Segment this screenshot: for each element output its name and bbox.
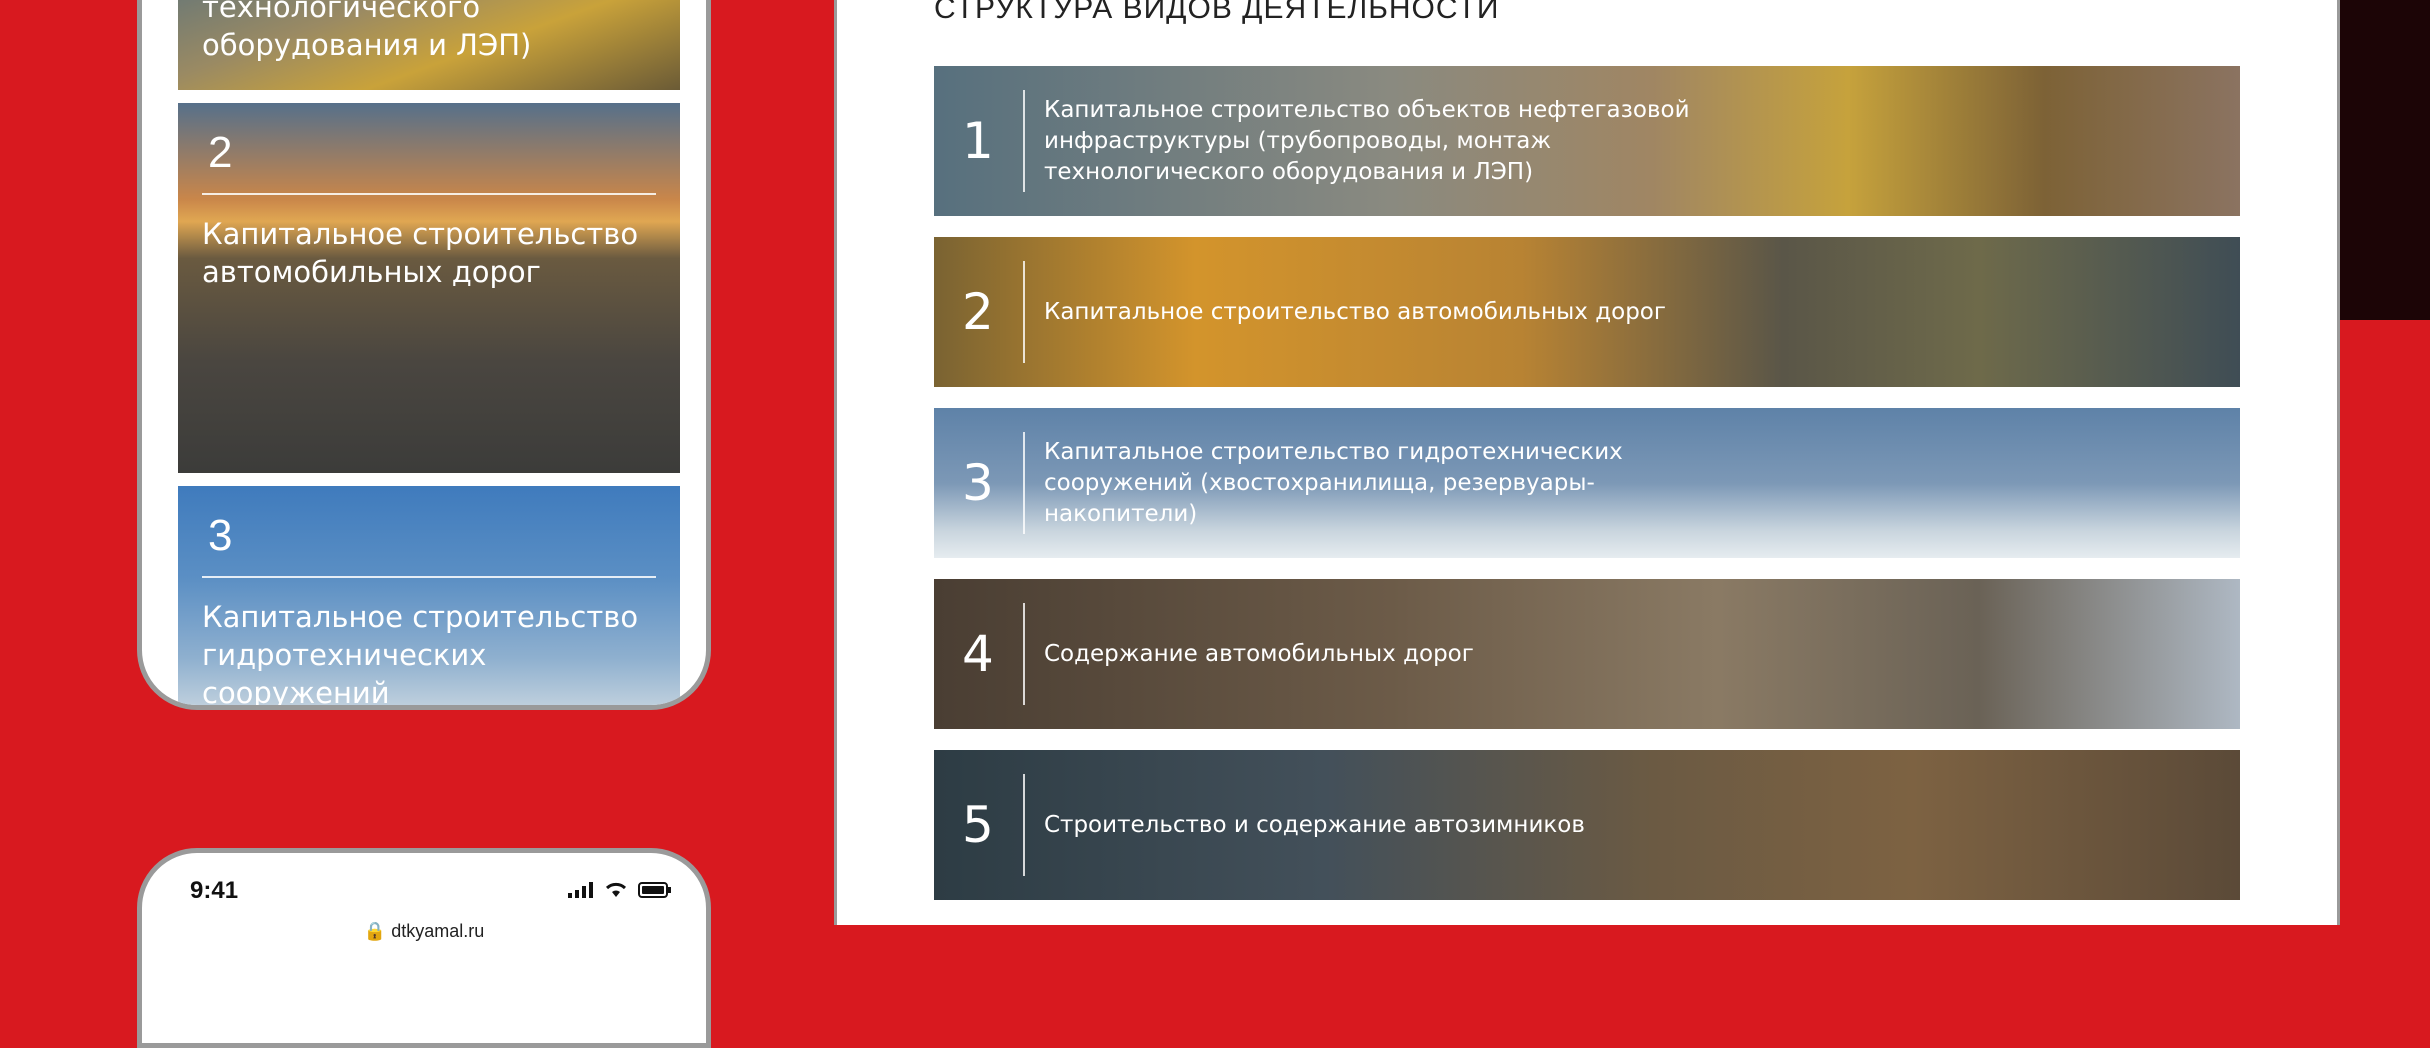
activity-row-number: 4 [962, 625, 994, 683]
address-url: dtkyamal.ru [391, 921, 485, 941]
mobile-preview-bottom: 9:41 🔒 dtkyamal.ru [137, 848, 711, 1048]
activity-row[interactable]: 1 Капитальное строительство объектов неф… [934, 66, 2240, 216]
activity-row-number: 5 [962, 796, 994, 854]
lock-icon: 🔒 [363, 921, 387, 941]
activity-row-text: Строительство и содержание автозимников [1044, 811, 1585, 838]
activity-row-text: Капитальное строительство гидротехническ… [1044, 438, 1623, 527]
activity-row[interactable]: 4 Содержание автомобильных дорог [934, 579, 2240, 729]
activity-row-divider [1023, 432, 1025, 534]
activity-row-number: 1 [962, 112, 994, 170]
activity-row[interactable]: 2 Капитальное строительство автомобильны… [934, 237, 2240, 387]
activity-card-text: Капитальное строительство автомобильных … [202, 217, 639, 289]
activity-card-number: 2 [202, 103, 656, 195]
wifi-icon [605, 882, 627, 897]
status-icons [568, 881, 672, 898]
activity-row-divider [1023, 774, 1025, 876]
activity-card[interactable]: 3 Капитальное строительство гидротехниче… [178, 486, 680, 710]
status-time: 9:41 [190, 877, 239, 904]
activity-row-text: Содержание автомобильных дорог [1044, 640, 1474, 667]
activity-row-text: Капитальное строительство объектов нефте… [1044, 96, 1690, 185]
section-title: СТРУКТУРА ВИДОВ ДЕЯТЕЛЬНОСТИ [934, 0, 1500, 25]
right-dark-block [2340, 0, 2430, 320]
mobile-preview-top: технологического оборудования и ЛЭП) 2 К… [137, 0, 711, 710]
activity-row-divider [1023, 603, 1025, 705]
activity-row-divider [1023, 261, 1025, 363]
activity-card[interactable]: 2 Капитальное строительство автомобильны… [178, 103, 680, 473]
activity-row[interactable]: 3 Капитальное строительство гидротехниче… [934, 408, 2240, 558]
activity-card-number: 3 [202, 486, 656, 578]
activity-row-number: 3 [962, 454, 994, 512]
phone-status-bar: 9:41 🔒 dtkyamal.ru [142, 853, 706, 941]
activity-row-text: Капитальное строительство автомобильных … [1044, 298, 1666, 325]
activity-row-number: 2 [962, 283, 994, 341]
activity-row-divider [1023, 90, 1025, 192]
activity-card-text: Капитальное строительство гидротехническ… [202, 600, 639, 710]
activity-card[interactable]: технологического оборудования и ЛЭП) [178, 0, 680, 90]
signal-icon [568, 882, 593, 898]
battery-icon [638, 882, 671, 898]
activity-row[interactable]: 5 Строительство и содержание автозимнико… [934, 750, 2240, 900]
activity-card-text: технологического оборудования и ЛЭП) [202, 0, 532, 62]
address-bar[interactable]: 🔒 dtkyamal.ru [142, 921, 706, 942]
